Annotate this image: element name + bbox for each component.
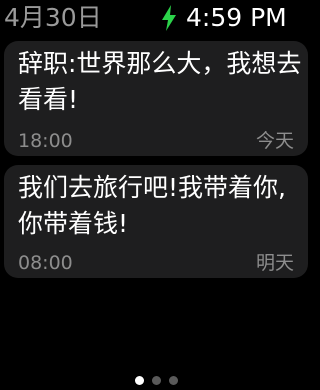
notification-card[interactable]: 辞职:世界那么大，我想去看看! 18:00 今天 <box>4 41 308 156</box>
clock-time: 4:59 PM <box>186 3 287 32</box>
date-label: 4月30日 <box>4 3 102 32</box>
notification-time: 08:00 <box>18 252 73 274</box>
notification-text: 辞职:世界那么大，我想去看看! <box>18 49 302 114</box>
notification-time: 18:00 <box>18 130 73 152</box>
page-dot-2[interactable] <box>151 376 161 385</box>
notification-card[interactable]: 我们去旅行吧!我带着你,你带着钱! 08:00 明天 <box>4 165 308 278</box>
notification-text: 我们去旅行吧!我带着你,你带着钱! <box>18 173 286 238</box>
page-dot-3[interactable] <box>168 376 178 385</box>
lightning-bolt-icon <box>162 5 176 31</box>
status-bar: 4月30日 4:59 PM <box>0 0 312 36</box>
page-dot-1[interactable] <box>134 376 144 385</box>
page-indicator[interactable] <box>0 376 312 386</box>
notification-day: 今天 <box>255 130 294 152</box>
notification-day: 明天 <box>255 252 294 274</box>
